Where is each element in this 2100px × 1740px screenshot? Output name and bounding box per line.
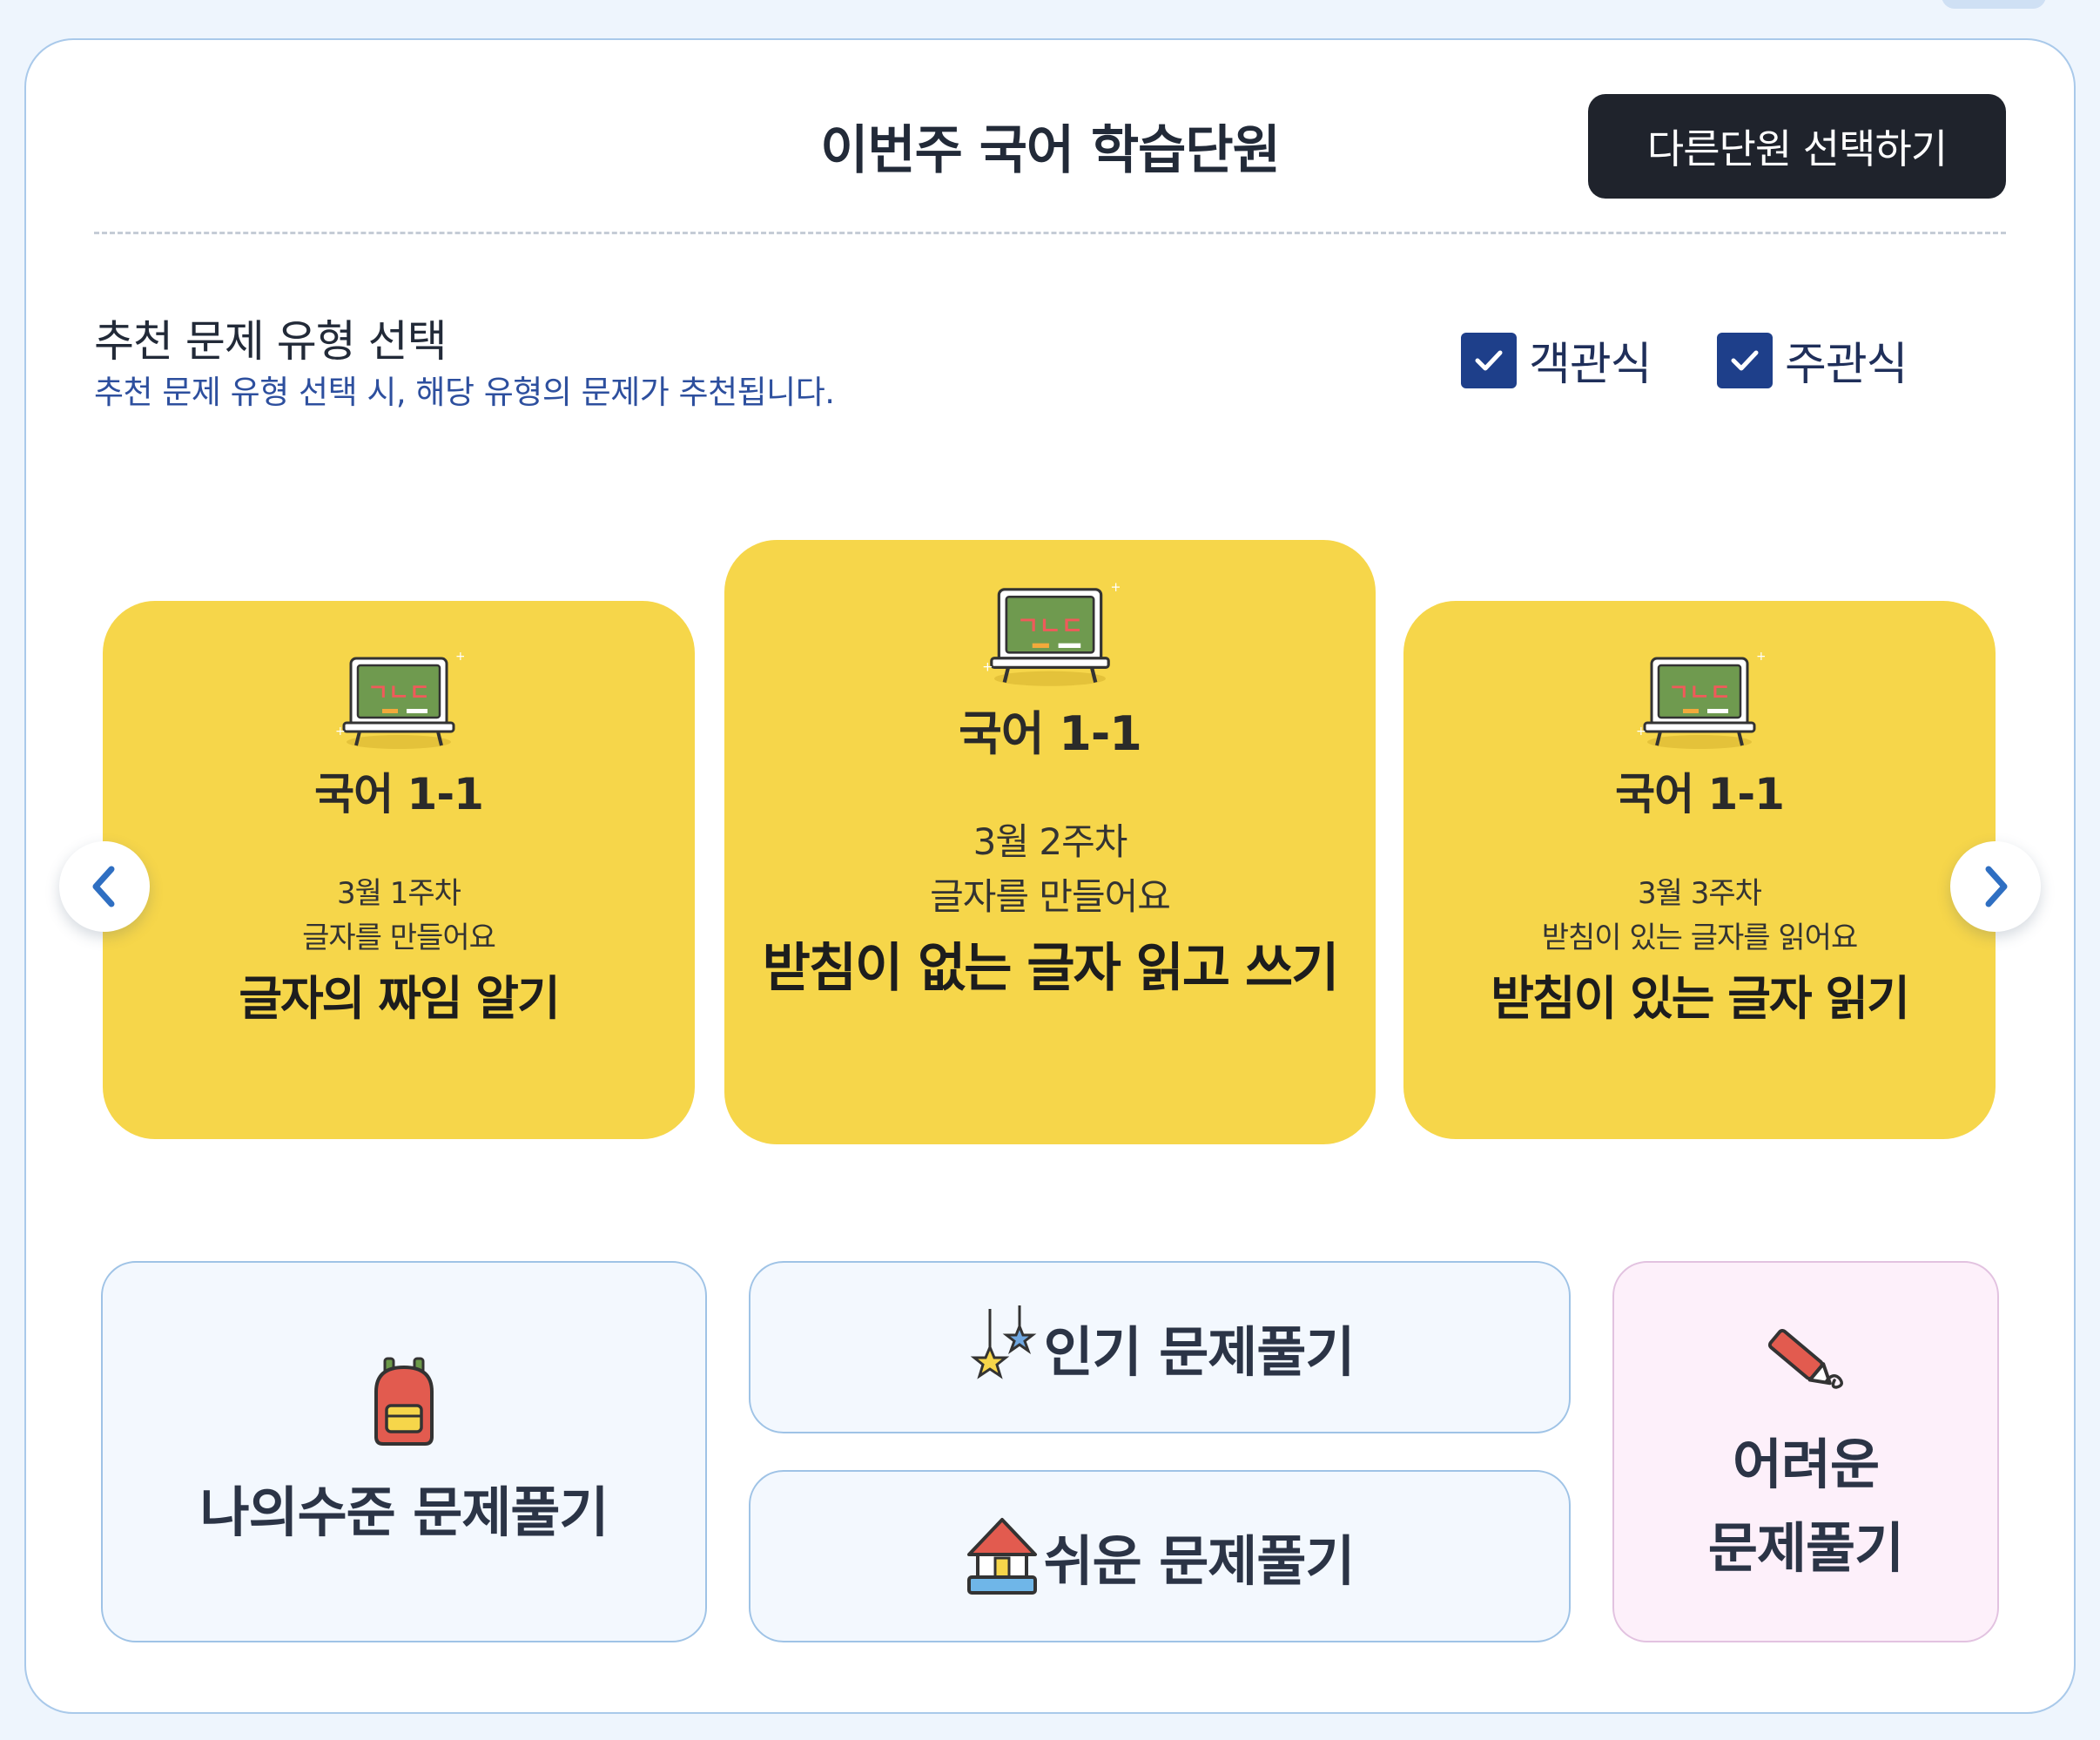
recommend-title: 추천 문제 유형 선택: [94, 316, 448, 367]
unit-card-week3[interactable]: ㄱㄴㄷ + + 국어 1-1 3월 3주차 받침이 있는 글자를 읽어요 받침이…: [1403, 601, 1996, 1139]
card-subtitle: 받침이 있는 글자를 읽어요: [1541, 921, 1859, 955]
pencil-icon: [1767, 1328, 1843, 1389]
checkmark-icon: [1461, 332, 1517, 388]
card-week: 3월 2주차: [973, 820, 1128, 863]
svg-text:+: +: [982, 659, 993, 675]
svg-text:+: +: [335, 725, 346, 738]
card-course: 국어 1-1: [959, 706, 1142, 761]
card-course: 국어 1-1: [1615, 769, 1785, 819]
divider: [94, 232, 2006, 234]
chevron-left-icon: [92, 866, 115, 907]
card-unit-title: 글자의 짜임 알기: [239, 971, 560, 1026]
board-letters: ㄱㄴㄷ: [1668, 680, 1731, 706]
select-other-unit-button[interactable]: 다른단원 선택하기: [1588, 94, 2006, 199]
chalkboard-icon: ㄱㄴㄷ + +: [982, 579, 1120, 686]
card-course: 국어 1-1: [314, 769, 484, 819]
board-letters: ㄱㄴㄷ: [367, 680, 430, 706]
card-unit-title: 받침이 있는 글자 읽기: [1491, 971, 1910, 1026]
popular-label: 인기 문제풀기: [1043, 1320, 1356, 1384]
checkmark-icon: [1717, 332, 1773, 388]
popular-practice-button[interactable]: 인기 문제풀기: [749, 1261, 1571, 1433]
hard-practice-button[interactable]: 어려운 문제풀기: [1612, 1261, 1999, 1642]
chevron-right-icon: [1985, 866, 2008, 907]
chalkboard-icon: ㄱㄴㄷ + +: [1636, 650, 1765, 749]
unit-card-week2[interactable]: ㄱㄴㄷ + + 국어 1-1 3월 2주차 글자를 만들어요 받침이 없는 글자…: [724, 540, 1376, 1144]
top-scroll-indicator: [1942, 0, 2046, 9]
card-week: 3월 3주차: [1638, 876, 1762, 911]
carousel-next-button[interactable]: [1950, 841, 2041, 932]
easy-label: 쉬운 문제풀기: [1043, 1529, 1356, 1593]
checkbox-objective-label: 객관식: [1529, 339, 1652, 391]
house-icon: [966, 1518, 1037, 1595]
checkbox-subjective-label: 주관식: [1785, 339, 1908, 391]
card-week: 3월 1주차: [337, 876, 461, 911]
unit-card-week1[interactable]: ㄱㄴㄷ + + 국어 1-1 3월 1주차 글자를 만들어요 글자의 짜임 알기: [103, 601, 695, 1139]
card-subtitle: 글자를 만들어요: [302, 921, 496, 955]
card-subtitle: 글자를 만들어요: [930, 875, 1171, 918]
svg-text:+: +: [455, 650, 464, 664]
hard-label-line2: 문제풀기: [1707, 1516, 1904, 1580]
easy-practice-button[interactable]: 쉬운 문제풀기: [749, 1470, 1571, 1642]
svg-text:+: +: [1756, 650, 1765, 664]
svg-text:+: +: [1636, 725, 1646, 738]
backpack-icon: [374, 1357, 434, 1446]
board-letters: ㄱㄴㄷ: [1017, 611, 1084, 640]
stars-icon: [970, 1305, 1036, 1379]
carousel-prev-button[interactable]: [59, 841, 150, 932]
hard-label-line1: 어려운: [1732, 1433, 1880, 1496]
checkbox-objective[interactable]: 객관식: [1461, 327, 1652, 393]
card-unit-title: 받침이 없는 글자 읽고 쓰기: [762, 938, 1340, 999]
recommend-subtitle: 추천 문제 유형 선택 시, 해당 유형의 문제가 추천됩니다.: [94, 374, 835, 411]
svg-text:+: +: [1110, 579, 1120, 595]
my-level-practice-button[interactable]: 나의수준 문제풀기: [101, 1261, 707, 1642]
chalkboard-icon: ㄱㄴㄷ + +: [335, 650, 464, 749]
checkbox-subjective[interactable]: 주관식: [1717, 327, 1908, 393]
my-level-label: 나의수준 문제풀기: [199, 1480, 609, 1544]
